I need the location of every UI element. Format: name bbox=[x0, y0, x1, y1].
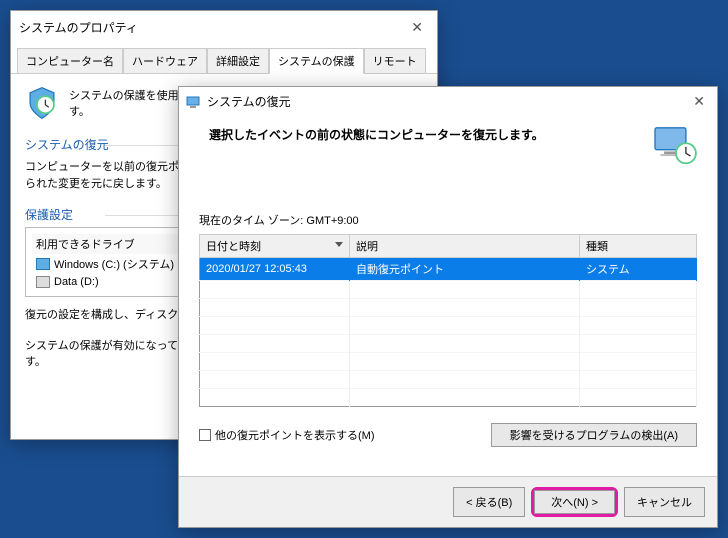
col-desc[interactable]: 説明 bbox=[350, 235, 580, 258]
table-row[interactable]: 2020/01/27 12:05:43 自動復元ポイント システム bbox=[200, 258, 697, 281]
tab-computer-name[interactable]: コンピューター名 bbox=[17, 48, 123, 73]
scan-programs-button[interactable]: 影響を受けるプログラムの検出(A) bbox=[491, 423, 697, 447]
restore-heading: 選択したイベントの前の状態にコンピューターを復元します。 bbox=[209, 126, 544, 143]
titlebar: システムの復元 ✕ bbox=[179, 87, 717, 116]
tab-remote[interactable]: リモート bbox=[364, 48, 426, 73]
tab-system-protection[interactable]: システムの保護 bbox=[269, 48, 364, 74]
restore-icon bbox=[185, 94, 201, 110]
tab-advanced[interactable]: 詳細設定 bbox=[207, 48, 269, 73]
table-row bbox=[200, 371, 697, 389]
col-date[interactable]: 日付と時刻 bbox=[200, 235, 350, 258]
checkbox-icon bbox=[199, 429, 211, 441]
table-row bbox=[200, 281, 697, 299]
window-title: システムの復元 bbox=[207, 93, 291, 110]
cell-desc: 自動復元ポイント bbox=[350, 258, 580, 281]
tabs: コンピューター名 ハードウェア 詳細設定 システムの保護 リモート bbox=[11, 44, 437, 74]
next-button-highlight: 次へ(N) > bbox=[531, 487, 618, 517]
table-row bbox=[200, 353, 697, 371]
close-icon[interactable]: ✕ bbox=[687, 91, 711, 112]
cancel-button[interactable]: キャンセル bbox=[624, 487, 705, 517]
table-row bbox=[200, 389, 697, 407]
titlebar: システムのプロパティ ✕ bbox=[11, 11, 437, 44]
restore-main: 現在のタイム ゾーン: GMT+9:00 日付と時刻 説明 種類 2020/01… bbox=[179, 212, 717, 447]
drive-icon bbox=[36, 258, 50, 270]
next-button[interactable]: 次へ(N) > bbox=[534, 490, 615, 514]
wizard-footer: < 戻る(B) 次へ(N) > キャンセル bbox=[179, 476, 717, 527]
checkbox-row: 他の復元ポイントを表示する(M) 影響を受けるプログラムの検出(A) bbox=[199, 423, 697, 447]
window-title: システムのプロパティ bbox=[19, 19, 138, 36]
back-button[interactable]: < 戻る(B) bbox=[453, 487, 525, 517]
restore-points-table: 日付と時刻 説明 種類 2020/01/27 12:05:43 自動復元ポイント… bbox=[199, 234, 697, 407]
drive-label: Data (D:) bbox=[54, 276, 99, 288]
monitor-clock-icon bbox=[653, 126, 697, 166]
table-row bbox=[200, 299, 697, 317]
close-icon[interactable]: ✕ bbox=[405, 17, 429, 38]
show-more-label: 他の復元ポイントを表示する(M) bbox=[215, 427, 375, 443]
drive-icon bbox=[36, 276, 50, 288]
cell-kind: システム bbox=[580, 258, 697, 281]
table-row bbox=[200, 317, 697, 335]
shield-clock-icon bbox=[25, 86, 59, 120]
drive-label: Windows (C:) (システム) bbox=[54, 256, 174, 272]
tab-hardware[interactable]: ハードウェア bbox=[123, 48, 207, 73]
cell-date: 2020/01/27 12:05:43 bbox=[200, 258, 350, 281]
timezone-text: 現在のタイム ゾーン: GMT+9:00 bbox=[199, 212, 697, 228]
show-more-checkbox[interactable]: 他の復元ポイントを表示する(M) bbox=[199, 427, 375, 443]
col-kind[interactable]: 種類 bbox=[580, 235, 697, 258]
restore-body: 選択したイベントの前の状態にコンピューターを復元します。 bbox=[179, 116, 717, 172]
table-row bbox=[200, 335, 697, 353]
system-restore-window: システムの復元 ✕ 選択したイベントの前の状態にコンピューターを復元します。 現… bbox=[178, 86, 718, 528]
